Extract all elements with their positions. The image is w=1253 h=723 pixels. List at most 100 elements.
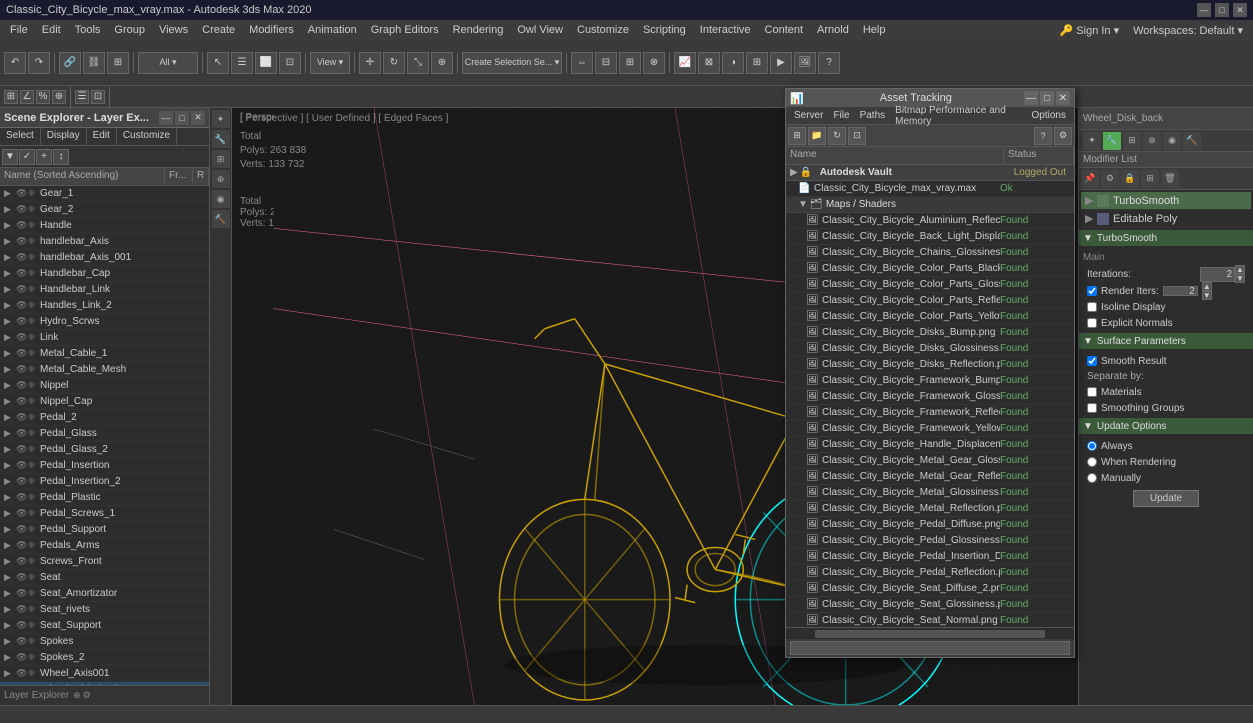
menu-group[interactable]: Group — [108, 22, 151, 38]
help-btn[interactable]: ? — [818, 52, 840, 74]
render-btn[interactable]: ▶ — [770, 52, 792, 74]
modify-icon-btn[interactable]: 🔧 — [212, 130, 230, 148]
create-icon-btn[interactable]: ✦ — [212, 110, 230, 128]
mod-display-icon[interactable]: ◉ — [1163, 132, 1181, 150]
rect-select-btn[interactable]: ⬜ — [255, 52, 277, 74]
menu-edit[interactable]: Edit — [36, 22, 67, 38]
menu-help[interactable]: Help — [857, 22, 892, 38]
asset-rows[interactable]: 🖼 Classic_City_Bicycle_Aluminium_Reflect… — [786, 213, 1074, 627]
percent-snap-btn[interactable]: % — [36, 90, 50, 104]
utilities-icon-btn[interactable]: 🔨 — [212, 210, 230, 228]
render-setup-btn[interactable]: ⊞ — [746, 52, 768, 74]
scene-list-item[interactable]: ▶ 👁 ❄ Seat_Amortizator — [0, 586, 209, 602]
asset-list-item[interactable]: 🖼 Classic_City_Bicycle_Framework_Glossin… — [786, 389, 1074, 405]
mod-instance-btn[interactable]: ⊞ — [1141, 170, 1159, 188]
select-scale-btn[interactable]: ⤡ — [407, 52, 429, 74]
named-sel-btn[interactable]: ⊡ — [91, 90, 105, 104]
turbosmooth-section-main[interactable]: ▼ TurboSmooth — [1079, 230, 1253, 246]
smooth-result-checkbox[interactable] — [1087, 356, 1097, 366]
asset-list-item[interactable]: 🖼 Classic_City_Bicycle_Back_Light_Displa… — [786, 229, 1074, 245]
scene-list-item[interactable]: ▶ 👁 ❄ Pedal_Insertion — [0, 458, 209, 474]
motion-icon-btn[interactable]: ⊕ — [212, 170, 230, 188]
smoothing-groups-checkbox[interactable] — [1087, 403, 1097, 413]
maps-shaders-group[interactable]: ▼ 🗂 Maps / Shaders — [786, 197, 1074, 213]
scene-list-item[interactable]: ▶ 👁 ❄ handlebar_Axis — [0, 234, 209, 250]
scene-list-item[interactable]: ▶ 👁 ❄ Spokes — [0, 634, 209, 650]
panel-close-btn[interactable]: ✕ — [191, 111, 205, 125]
hierarchy-icon-btn[interactable]: ⊞ — [212, 150, 230, 168]
tab-select[interactable]: Select — [0, 128, 41, 145]
sign-in-btn[interactable]: 🔑 Sign In ▾ — [1054, 22, 1126, 39]
schematic-view-btn[interactable]: ⊠ — [698, 52, 720, 74]
workspaces-menu[interactable]: Workspaces: Default ▾ — [1127, 22, 1249, 39]
scene-select-all-btn[interactable]: ✓ — [19, 149, 35, 165]
mod-utils-icon[interactable]: 🔨 — [1183, 132, 1201, 150]
asset-list-item[interactable]: 🖼 Classic_City_Bicycle_Pedal_Glossiness.… — [786, 533, 1074, 549]
asset-list-item[interactable]: 🖼 Classic_City_Bicycle_Handle_Displaceme… — [786, 437, 1074, 453]
layer-manager-btn[interactable]: ⊗ — [643, 52, 665, 74]
scene-list-item[interactable]: ▶ 👁 ❄ Link — [0, 330, 209, 346]
asset-tracking-dialog[interactable]: 📊 Asset Tracking — □ ✕ Server File Paths… — [785, 88, 1075, 658]
angle-snap-btn[interactable]: ∠ — [20, 90, 34, 104]
asset-dialog-minimize[interactable]: — — [1024, 91, 1038, 105]
scene-list-item[interactable]: ▶ 👁 ❄ Screws_Front — [0, 554, 209, 570]
layer-explorer-toggle[interactable]: ⊕ — [73, 690, 81, 701]
scene-options-btn[interactable]: ⚙ — [83, 690, 91, 701]
render-frame-btn[interactable]: 🖼 — [794, 52, 816, 74]
asset-list-item[interactable]: 🖼 Classic_City_Bicycle_Color_Parts_Yello… — [786, 309, 1074, 325]
scene-list-item[interactable]: ▶ 👁 ❄ Spokes_2 — [0, 650, 209, 666]
window-controls[interactable]: — □ ✕ — [1197, 3, 1247, 17]
scene-list-item[interactable]: ▶ 👁 ❄ Seat — [0, 570, 209, 586]
minimize-btn[interactable]: — — [1197, 3, 1211, 17]
menu-create[interactable]: Create — [196, 22, 241, 38]
render-iters-up[interactable]: ▲ — [1202, 282, 1212, 291]
undo-btn[interactable]: ↶ — [4, 52, 26, 74]
asset-list-item[interactable]: 🖼 Classic_City_Bicycle_Framework_Yellow_… — [786, 421, 1074, 437]
autodesk-vault-group[interactable]: ▶ 🔒 Autodesk Vault Logged Out — [786, 165, 1074, 181]
render-iters-input[interactable] — [1163, 286, 1198, 296]
maximize-btn[interactable]: □ — [1215, 3, 1229, 17]
asset-list-item[interactable]: 🖼 Classic_City_Bicycle_Pedal_Reflection.… — [786, 565, 1074, 581]
explicit-normals-checkbox[interactable] — [1087, 318, 1097, 328]
bind-space-warp-btn[interactable]: ⊞ — [107, 52, 129, 74]
asset-list-item[interactable]: 🖼 Classic_City_Bicycle_Metal_Gear_Glossi… — [786, 453, 1074, 469]
spinner-snap-btn[interactable]: ⊕ — [52, 90, 66, 104]
asset-menu-options[interactable]: Options — [1028, 109, 1070, 122]
scene-list-item[interactable]: ▶ 👁 ❄ Pedals_Arms — [0, 538, 209, 554]
scene-list-item[interactable]: ▶ 👁 ❄ Metal_Cable_Mesh — [0, 362, 209, 378]
scene-list-item[interactable]: ▶ 👁 ❄ handlebar_Axis_001 — [0, 250, 209, 266]
tab-display[interactable]: Display — [41, 128, 87, 145]
scene-sort-btn[interactable]: ↕ — [53, 149, 69, 165]
materials-checkbox[interactable] — [1087, 387, 1097, 397]
scene-list-item[interactable]: ▶ 👁 ❄ Metal_Cable_1 — [0, 346, 209, 362]
asset-list-item[interactable]: 🖼 Classic_City_Bicycle_Disks_Bump.png Fo… — [786, 325, 1074, 341]
view-btn[interactable]: View ▾ — [310, 52, 350, 74]
asset-dialog-maximize[interactable]: □ — [1040, 91, 1054, 105]
tab-edit[interactable]: Edit — [87, 128, 117, 145]
menu-owl-view[interactable]: Owl View — [511, 22, 569, 38]
align-view-btn[interactable]: ⊞ — [619, 52, 641, 74]
asset-scrollbar[interactable] — [786, 627, 1074, 639]
mod-hierarchy-icon[interactable]: ⊞ — [1123, 132, 1141, 150]
scene-list-item[interactable]: ▶ 👁 ❄ Pedal_Glass — [0, 426, 209, 442]
asset-list-item[interactable]: 🖼 Classic_City_Bicycle_Color_Parts_Refle… — [786, 293, 1074, 309]
mod-lock-btn[interactable]: 🔒 — [1121, 170, 1139, 188]
main-file-row[interactable]: 📄 Classic_City_Bicycle_max_vray.max Ok — [786, 181, 1074, 197]
scene-list-item[interactable]: ▶ 👁 ❄ Gear_2 — [0, 202, 209, 218]
menu-file[interactable]: File — [4, 22, 34, 38]
asset-list-item[interactable]: 🖼 Classic_City_Bicycle_Framework_Reflect… — [786, 405, 1074, 421]
material-editor-btn[interactable]: ◑ — [722, 52, 744, 74]
asset-list-item[interactable]: 🖼 Classic_City_Bicycle_Pedal_Insertion_D… — [786, 549, 1074, 565]
asset-dialog-close[interactable]: ✕ — [1056, 91, 1070, 105]
scene-list-item[interactable]: ▶ 👁 ❄ Handlebar_Cap — [0, 266, 209, 282]
mod-modify-icon[interactable]: 🔧 — [1103, 132, 1121, 150]
update-btn[interactable]: Update — [1133, 490, 1199, 507]
asset-menu-server[interactable]: Server — [790, 109, 827, 122]
menu-tools[interactable]: Tools — [69, 22, 107, 38]
manually-radio[interactable] — [1087, 473, 1097, 483]
mod-create-icon[interactable]: ✦ — [1083, 132, 1101, 150]
always-radio[interactable] — [1087, 441, 1097, 451]
asset-path-input[interactable] — [790, 641, 1070, 655]
update-options-section[interactable]: ▼ Update Options — [1079, 418, 1253, 434]
iterations-spinner[interactable]: ▲ ▼ — [1235, 265, 1245, 283]
